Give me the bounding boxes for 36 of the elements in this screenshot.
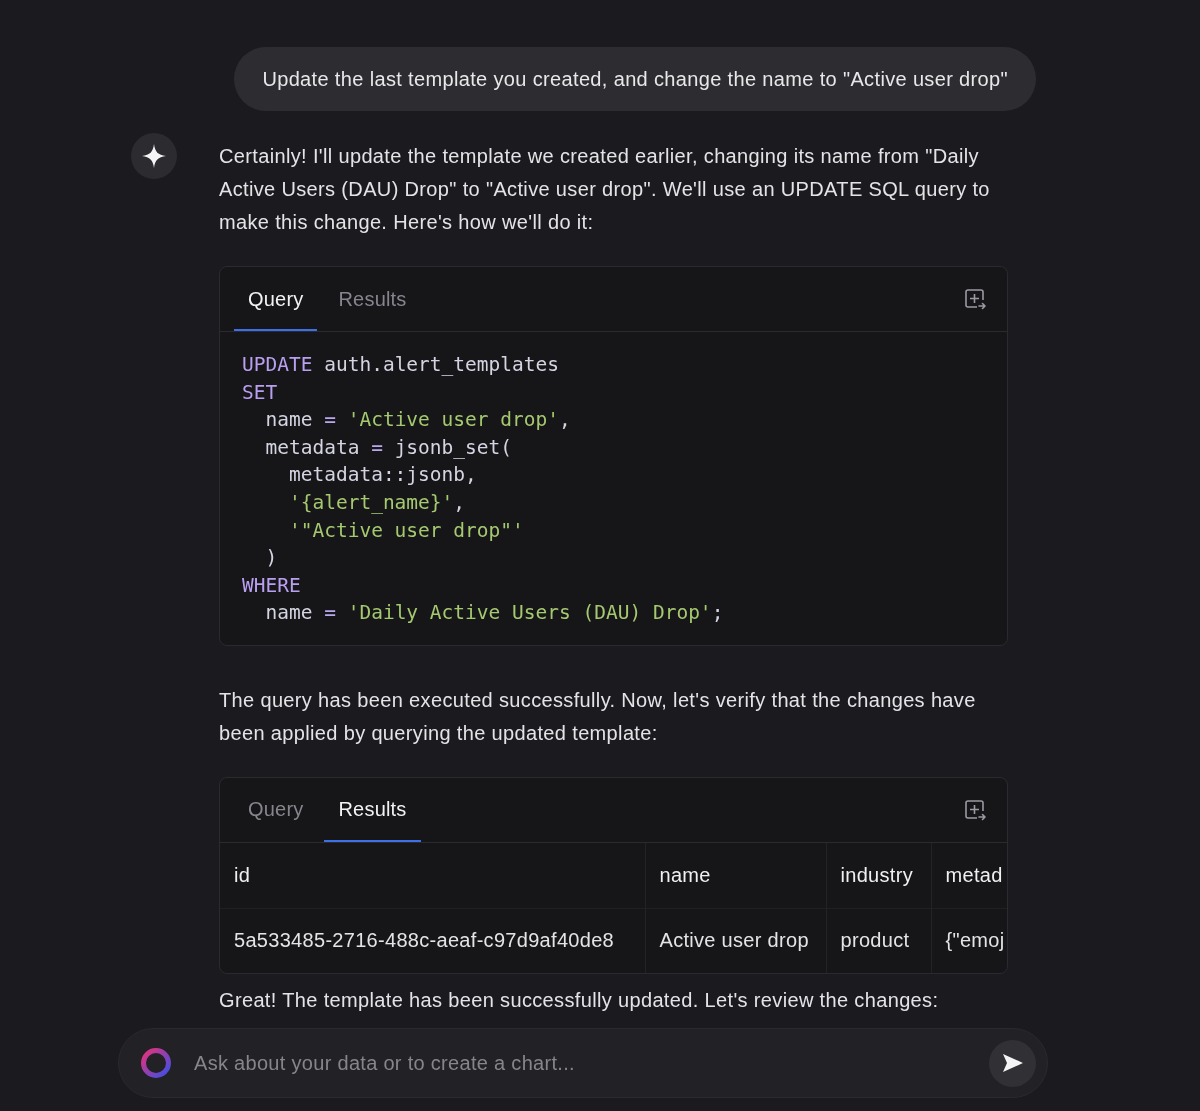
code-line: WHERE	[242, 572, 301, 599]
column-header: name	[645, 842, 826, 909]
code-line: metadata::jsonb,	[287, 462, 477, 489]
tab[interactable]: Query	[234, 777, 318, 842]
table-cell: product	[826, 908, 931, 973]
code-line: SET	[242, 379, 278, 406]
tab[interactable]: Query	[234, 267, 318, 331]
chat-input-field[interactable]: Ask about your data or to create a chart...	[194, 1043, 967, 1083]
sparkle-icon	[131, 133, 177, 179]
user-message: Update the last template you created, and change the name to "Active user drop"	[234, 47, 1036, 111]
send-icon	[1001, 1053, 1024, 1073]
square-plus-arrow-icon	[964, 798, 986, 821]
code-line: name = 'Active user drop',	[264, 407, 571, 434]
tab[interactable]: Results	[324, 267, 421, 331]
assistant-text: The query has been executed successfully. Now, let's verify that the changes have been applied by querying the updated template:	[219, 687, 977, 746]
send-button[interactable]	[989, 1039, 1036, 1087]
column-header: metad	[931, 842, 1007, 909]
table-cell: Active user drop	[645, 908, 826, 973]
code-line: metadata = jsonb_set(	[264, 434, 513, 461]
column-header: industry	[826, 842, 931, 909]
chat-input-bar[interactable]: Ask about your data or to create a chart...	[118, 1028, 1048, 1098]
table-cell: {"emoj	[931, 908, 1007, 973]
add-to-panel-button[interactable]	[963, 287, 987, 311]
assistant-text: Certainly! I'll update the template we created earlier, changing its name from "Daily Active Users (DAU) Drop" to "Active user drop". We'll use an UPDATE SQL query to make this change. Here's how we'll do it:	[219, 144, 991, 235]
code-line: '{alert_name}',	[287, 489, 466, 516]
square-plus-arrow-icon	[964, 288, 986, 310]
code-line: )	[264, 545, 278, 572]
table-cell: 5a533485-2716-488c-aeaf-c97d9af40de8	[220, 908, 645, 973]
ring-logo-icon	[140, 1047, 172, 1079]
add-to-panel-button[interactable]	[963, 797, 987, 822]
tab[interactable]: Results	[324, 777, 421, 842]
code-line: name = 'Daily Active Users (DAU) Drop';	[264, 600, 724, 627]
column-header: id	[220, 842, 645, 909]
code-line: '"Active user drop"'	[287, 517, 524, 544]
assistant-text: Great! The template has been successfully updated. Let's review the changes:	[219, 987, 940, 1013]
code-line: UPDATE auth.alert_templates	[242, 352, 559, 378]
